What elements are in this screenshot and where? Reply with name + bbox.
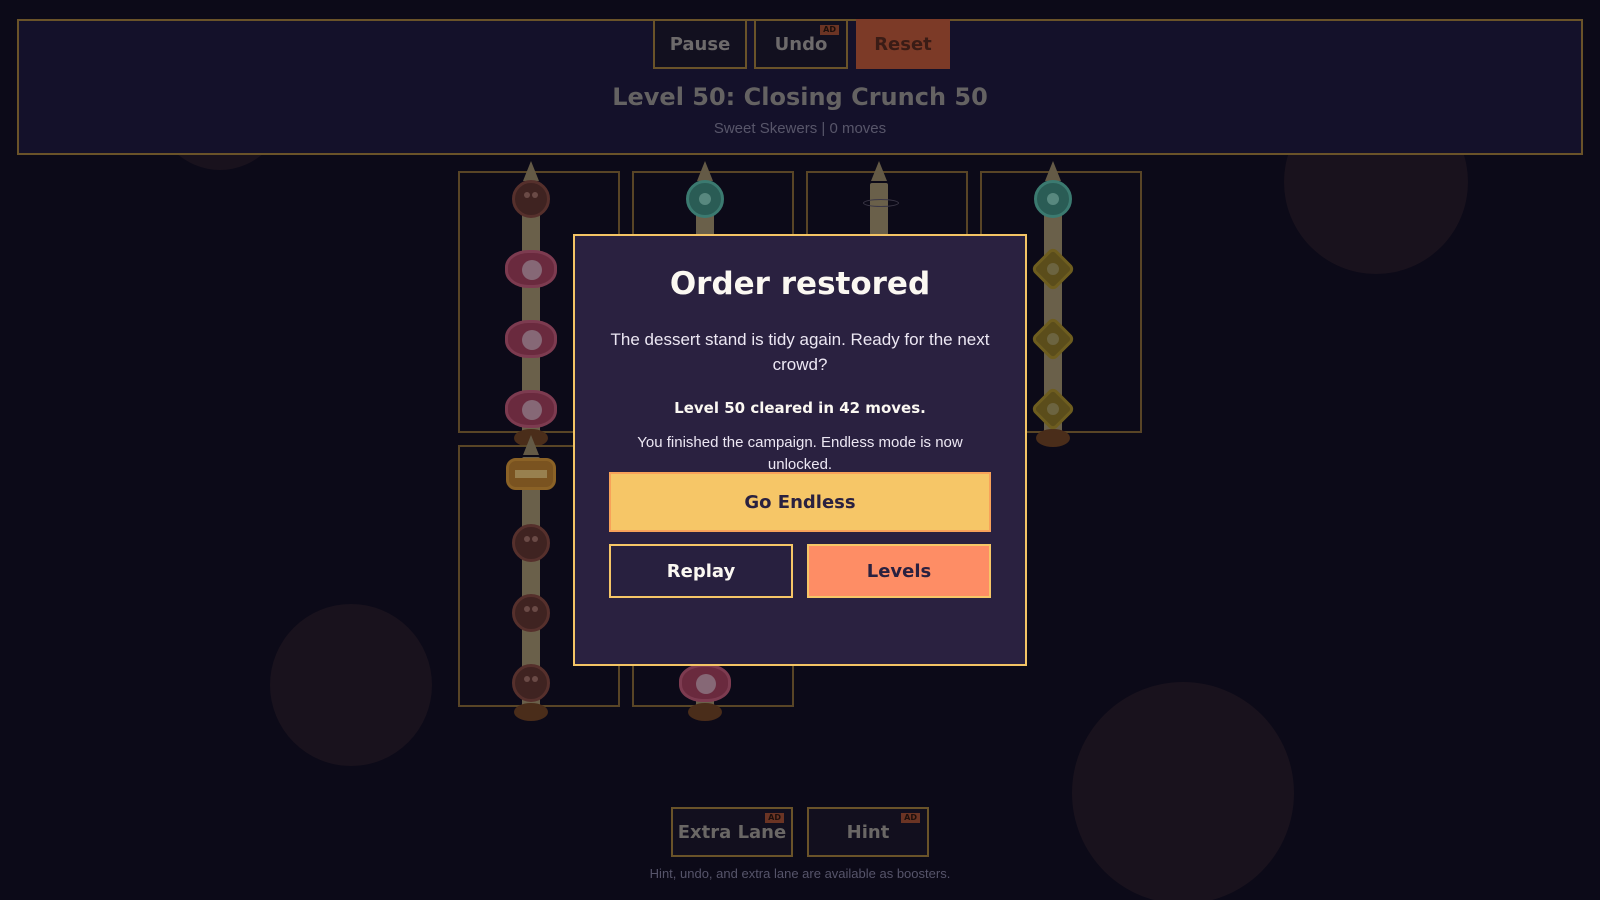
dialog-note: You finished the campaign. Endless mode …	[637, 434, 963, 473]
skewer-tip	[1045, 161, 1061, 181]
skewer-base	[688, 703, 722, 721]
level-title: Level 50: Closing Crunch 50	[612, 83, 988, 111]
pink-piece[interactable]	[505, 250, 557, 288]
levels-label: Levels	[866, 560, 932, 582]
hint-button[interactable]: Hint AD	[807, 807, 929, 857]
go-endless-label: Go Endless	[744, 491, 856, 513]
extra-lane-button[interactable]: Extra Lane AD	[671, 807, 793, 857]
levels-button[interactable]: Levels	[807, 544, 991, 598]
pause-button[interactable]: Pause	[653, 19, 747, 69]
skewer-tip	[523, 435, 539, 455]
dialog-result: Level 50 cleared in 42 moves.	[674, 399, 926, 417]
skewer-base	[1036, 429, 1070, 447]
go-endless-button[interactable]: Go Endless	[609, 472, 991, 532]
chocolate-piece[interactable]	[512, 180, 550, 218]
teal-piece[interactable]	[686, 180, 724, 218]
chocolate-piece[interactable]	[512, 594, 550, 632]
pink-piece[interactable]	[505, 390, 557, 428]
background-decoration	[270, 604, 432, 766]
pink-piece[interactable]	[679, 664, 731, 702]
dialog-title: Order restored	[669, 266, 931, 302]
teal-piece[interactable]	[1034, 180, 1072, 218]
ad-badge: AD	[820, 25, 839, 35]
reset-label: Reset	[874, 33, 932, 55]
replay-label: Replay	[666, 560, 736, 582]
skewer-tip	[523, 161, 539, 181]
booster-footer-note: Hint, undo, and extra lane are available…	[649, 866, 951, 881]
pause-label: Pause	[669, 33, 731, 55]
yellow-piece[interactable]	[1030, 316, 1076, 362]
undo-button[interactable]: Undo AD	[754, 19, 848, 69]
reset-button[interactable]: Reset	[856, 19, 950, 69]
chocolate-piece[interactable]	[512, 664, 550, 702]
chocolate-piece[interactable]	[512, 524, 550, 562]
ad-badge: AD	[765, 813, 784, 823]
skewer-base	[514, 703, 548, 721]
level-header: Pause Undo AD Reset Level 50: Closing Cr…	[17, 19, 1583, 155]
level-subtitle: Sweet Skewers | 0 moves	[713, 120, 887, 137]
ad-badge: AD	[901, 813, 920, 823]
extra-lane-label: Extra Lane	[677, 821, 787, 843]
level-complete-dialog: Order restored The dessert stand is tidy…	[573, 234, 1027, 666]
skewer-tip	[697, 161, 713, 181]
dialog-message: The dessert stand is tidy again. Ready f…	[610, 330, 990, 374]
undo-label: Undo	[774, 33, 828, 55]
hint-label: Hint	[846, 821, 890, 843]
pink-piece[interactable]	[505, 320, 557, 358]
yellow-piece[interactable]	[1030, 386, 1076, 432]
caramel-piece[interactable]	[506, 458, 556, 490]
skewer-ring	[863, 199, 899, 207]
skewer-tip	[871, 161, 887, 181]
replay-button[interactable]: Replay	[609, 544, 793, 598]
yellow-piece[interactable]	[1030, 246, 1076, 292]
